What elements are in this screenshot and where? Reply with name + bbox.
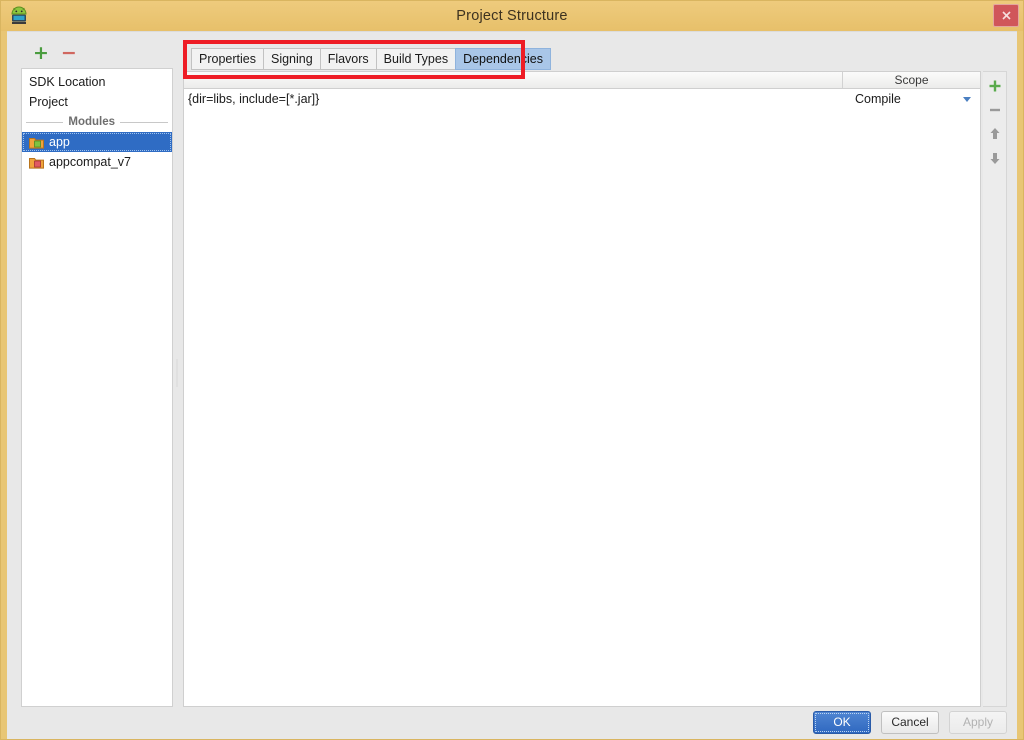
tab-properties[interactable]: Properties	[191, 48, 263, 70]
android-robot-icon	[8, 5, 30, 27]
move-up-button[interactable]	[984, 122, 1006, 146]
sidebar-item-label: Project	[29, 95, 68, 109]
column-header-dependency[interactable]	[184, 72, 843, 88]
tab-label: Build Types	[383, 52, 449, 66]
remove-dependency-button[interactable]	[984, 98, 1006, 122]
table-row[interactable]: {dir=libs, include=[*.jar]} Compile	[184, 89, 980, 109]
table-header-row: Scope	[184, 72, 980, 89]
title-bar: Project Structure	[1, 1, 1023, 31]
sidebar-item-app[interactable]: app	[22, 132, 172, 152]
button-label: OK	[833, 715, 851, 729]
add-module-button[interactable]: +	[33, 43, 49, 63]
chevron-down-icon[interactable]	[963, 96, 971, 102]
cell-dependency: {dir=libs, include=[*.jar]}	[188, 92, 320, 106]
tab-dependencies[interactable]: Dependencies	[455, 48, 551, 70]
column-header-scope[interactable]: Scope	[843, 72, 980, 88]
tab-label: Flavors	[327, 52, 369, 66]
pane-splitter[interactable]	[173, 38, 181, 707]
ok-button[interactable]: OK	[813, 710, 871, 734]
close-icon[interactable]	[993, 4, 1019, 27]
separator-line-right	[120, 121, 168, 123]
modules-sidebar: + − SDK Location Project Modules app app…	[21, 38, 173, 707]
sidebar-item-label: appcompat_v7	[49, 155, 132, 169]
cell-scope[interactable]: Compile	[843, 92, 980, 106]
apply-button: Apply	[949, 710, 1007, 734]
module-editor-pane: Properties Signing Flavors Build Types D…	[183, 38, 1007, 707]
tab-label: Properties	[199, 52, 256, 66]
sidebar-item-label: SDK Location	[29, 75, 106, 89]
tab-build-types[interactable]: Build Types	[375, 48, 456, 70]
tab-label: Dependencies	[463, 52, 543, 66]
remove-module-button[interactable]: −	[61, 43, 77, 63]
table-body: {dir=libs, include=[*.jar]} Compile	[184, 89, 980, 706]
editor-tabs: Properties Signing Flavors Build Types D…	[191, 44, 1007, 70]
tab-signing[interactable]: Signing	[262, 48, 320, 70]
module-folder-red-icon	[29, 156, 44, 169]
sidebar-toolbar: + −	[21, 38, 173, 68]
sidebar-item-project[interactable]: Project	[22, 92, 172, 112]
sidebar-item-appcompat-v7[interactable]: appcompat_v7	[22, 152, 172, 172]
dependency-actions-toolbar	[983, 71, 1007, 707]
modules-separator: Modules	[22, 112, 172, 132]
sidebar-item-sdk-location[interactable]: SDK Location	[22, 72, 172, 92]
window-title: Project Structure	[456, 8, 568, 24]
add-dependency-button[interactable]	[984, 74, 1006, 98]
module-folder-green-icon	[29, 136, 44, 149]
button-label: Apply	[962, 715, 994, 729]
button-label: Cancel	[891, 715, 929, 729]
sidebar-item-label: app	[49, 135, 70, 149]
dialog-footer: OK Cancel Apply	[813, 707, 1007, 737]
scope-value: Compile	[855, 92, 901, 106]
cancel-button[interactable]: Cancel	[881, 710, 939, 734]
splitter-grip	[176, 358, 178, 387]
dependencies-table: Scope {dir=libs, include=[*.jar]} Compil…	[183, 71, 981, 707]
dialog-body: + − SDK Location Project Modules app app…	[7, 31, 1017, 739]
tab-flavors[interactable]: Flavors	[319, 48, 376, 70]
modules-separator-label: Modules	[68, 116, 115, 128]
module-list[interactable]: SDK Location Project Modules app appcomp…	[21, 68, 173, 707]
move-down-button[interactable]	[984, 146, 1006, 170]
project-structure-dialog: Project Structure + − SDK Location Proje…	[0, 0, 1024, 740]
tab-label: Signing	[270, 52, 313, 66]
separator-line-left	[26, 121, 64, 123]
